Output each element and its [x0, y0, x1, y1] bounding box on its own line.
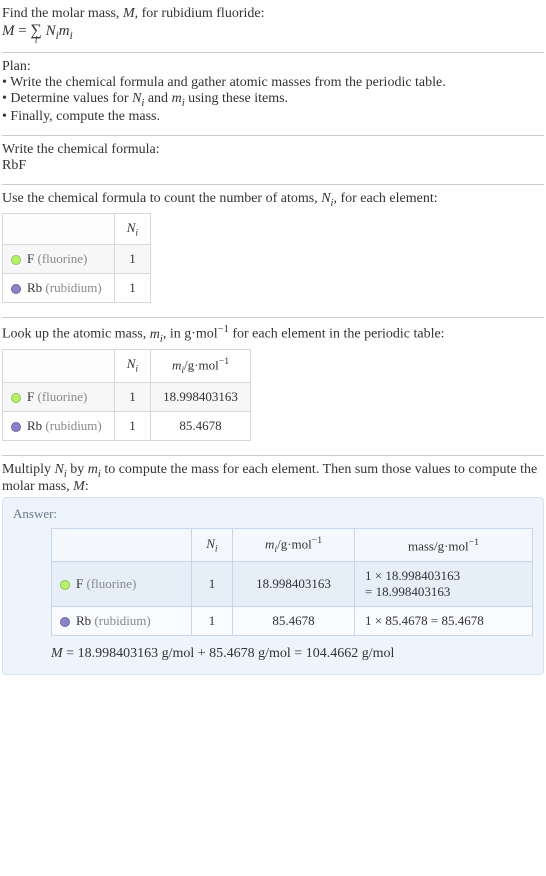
compute-section: Multiply Ni by mi to compute the mass fo…: [2, 458, 544, 692]
element-dot-icon: [60, 617, 70, 627]
table-header-Ni: Ni: [114, 349, 150, 382]
divider: [2, 52, 544, 53]
element-dot-icon: [11, 393, 21, 403]
mass-f: 18.998403163: [151, 382, 251, 411]
calc-f: 1 × 18.998403163= 18.998403163: [355, 562, 533, 607]
element-cell-rb: Rb (rubidium): [3, 274, 115, 303]
count-f: 1: [114, 382, 150, 411]
answer-box: Answer: Ni mi/g·mol−1 mass/g·mol−1 F (fl…: [2, 497, 544, 675]
table-header-mass: mass/g·mol−1: [355, 529, 533, 562]
divider: [2, 455, 544, 456]
eq-equals: =: [15, 23, 31, 39]
count-f: 1: [191, 562, 232, 607]
plan-header: Plan:: [2, 59, 544, 75]
table-row: F (fluorine) 1 18.998403163: [3, 382, 251, 411]
chemical-formula: RbF: [2, 158, 544, 174]
mass-header: Look up the atomic mass, mi, in g·mol−1 …: [2, 324, 544, 344]
compute-text: Multiply Ni by mi to compute the mass fo…: [2, 462, 544, 496]
intro-text-b: , for rubidium fluoride:: [135, 6, 265, 21]
table-header-row: Ni mi/g·mol−1 mass/g·mol−1: [52, 529, 533, 562]
table-header-mi: mi/g·mol−1: [233, 529, 355, 562]
element-cell-rb: Rb (rubidium): [3, 411, 115, 440]
eq-N: N: [46, 23, 56, 39]
element-dot-icon: [11, 255, 21, 265]
formula-header: Write the chemical formula:: [2, 142, 544, 158]
mass-section: Look up the atomic mass, mi, in g·mol−1 …: [2, 320, 544, 452]
answer-table: Ni mi/g·mol−1 mass/g·mol−1 F (fluorine) …: [51, 528, 533, 636]
molar-mass-equation: M = ∑i Nimi: [2, 22, 544, 42]
table-header-Ni: Ni: [191, 529, 232, 562]
divider: [2, 135, 544, 136]
eq-M: M: [2, 23, 15, 39]
element-cell-rb: Rb (rubidium): [52, 607, 192, 636]
divider: [2, 184, 544, 185]
element-cell-f: F (fluorine): [3, 382, 115, 411]
answer-label: Answer:: [13, 506, 533, 522]
table-row: Rb (rubidium) 1 85.4678 1 × 85.4678 = 85…: [52, 607, 533, 636]
mass-rb: 85.4678: [151, 411, 251, 440]
document: Find the molar mass, M, for rubidium flu…: [0, 0, 546, 699]
mass-rb: 85.4678: [233, 607, 355, 636]
plan-item-2: • Determine values for Ni and mi using t…: [2, 91, 544, 109]
count-rb: 1: [114, 411, 150, 440]
table-row: F (fluorine) 1 18.998403163 1 × 18.99840…: [52, 562, 533, 607]
eq-m-sub: i: [70, 30, 73, 42]
table-header-blank: [3, 349, 115, 382]
intro-line: Find the molar mass, M, for rubidium flu…: [2, 6, 544, 22]
plan-item-3: • Finally, compute the mass.: [2, 109, 544, 125]
var-M: M: [123, 6, 135, 21]
table-header-blank: [52, 529, 192, 562]
plan-item-1: • Write the chemical formula and gather …: [2, 75, 544, 91]
table-header-mi: mi/g·mol−1: [151, 349, 251, 382]
table-header-row: Ni: [3, 213, 151, 245]
intro-section: Find the molar mass, M, for rubidium flu…: [2, 2, 544, 50]
table-row: F (fluorine) 1: [3, 245, 151, 274]
table-header-blank: [3, 213, 115, 245]
element-dot-icon: [11, 284, 21, 294]
count-section: Use the chemical formula to count the nu…: [2, 187, 544, 315]
table-header-Ni: Ni: [114, 213, 150, 245]
eq-m: m: [59, 23, 70, 39]
mass-f: 18.998403163: [233, 562, 355, 607]
count-f: 1: [114, 245, 150, 274]
table-row: Rb (rubidium) 1 85.4678: [3, 411, 251, 440]
plan-section: Plan: • Write the chemical formula and g…: [2, 55, 544, 133]
calc-rb: 1 × 85.4678 = 85.4678: [355, 607, 533, 636]
final-answer: M = 18.998403163 g/mol + 85.4678 g/mol =…: [51, 646, 533, 662]
count-table: Ni F (fluorine) 1 Rb (rubidium) 1: [2, 213, 151, 304]
element-cell-f: F (fluorine): [52, 562, 192, 607]
count-header: Use the chemical formula to count the nu…: [2, 191, 544, 209]
count-rb: 1: [114, 274, 150, 303]
intro-text: Find the molar mass,: [2, 6, 123, 21]
element-cell-f: F (fluorine): [3, 245, 115, 274]
sigma-icon: ∑i: [30, 22, 41, 40]
formula-section: Write the chemical formula: RbF: [2, 138, 544, 182]
table-row: Rb (rubidium) 1: [3, 274, 151, 303]
table-header-row: Ni mi/g·mol−1: [3, 349, 251, 382]
mass-table: Ni mi/g·mol−1 F (fluorine) 1 18.99840316…: [2, 349, 251, 441]
element-dot-icon: [60, 580, 70, 590]
divider: [2, 317, 544, 318]
element-dot-icon: [11, 422, 21, 432]
count-rb: 1: [191, 607, 232, 636]
